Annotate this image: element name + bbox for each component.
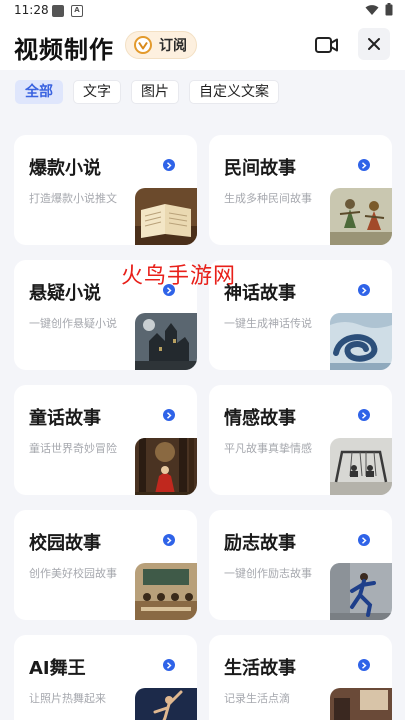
card-subtitle: 记录生活点滴 (224, 692, 290, 705)
card-subtitle: 让照片热舞起来 (29, 692, 106, 705)
status-time: 11:28 (14, 3, 49, 17)
dancer-image (135, 688, 197, 720)
sea-serpent-image (330, 313, 392, 370)
card-subtitle: 平凡故事真挚情感 (224, 442, 312, 455)
card-title: 校园故事 (29, 533, 101, 554)
card-folk-story[interactable]: 民间故事 生成多种民间故事 (209, 135, 392, 245)
card-subtitle: 童话世界奇妙冒险 (29, 442, 117, 455)
card-ai-dance[interactable]: AI舞王 让照片热舞起来 (14, 635, 197, 720)
card-title: 民间故事 (224, 158, 296, 179)
subscribe-label: 订阅 (159, 38, 187, 54)
card-inspirational-story[interactable]: 励志故事 一键创作励志故事 (209, 510, 392, 620)
arrow-right-icon (163, 159, 175, 171)
arrow-right-icon (163, 534, 175, 546)
card-title: 童话故事 (29, 408, 101, 429)
arrow-right-icon (358, 284, 370, 296)
subscribe-button[interactable]: 订阅 (125, 31, 197, 59)
haunted-house-image (135, 313, 197, 370)
arrow-right-icon (358, 409, 370, 421)
card-subtitle: 一键生成神话传说 (224, 317, 312, 330)
card-subtitle: 打造爆款小说推文 (29, 192, 117, 205)
card-emotional-story[interactable]: 情感故事 平凡故事真挚情感 (209, 385, 392, 495)
category-tabs: 全部 文字 图片 自定义文案 (15, 80, 279, 104)
card-fairy-tale[interactable]: 童话故事 童话世界奇妙冒险 (14, 385, 197, 495)
card-subtitle: 一键创作悬疑小说 (29, 317, 117, 330)
watermark-text: 火鸟手游网 (121, 264, 237, 289)
card-title: 悬疑小说 (29, 283, 101, 304)
app-header: 视频制作 订阅 (0, 22, 405, 70)
arrow-right-icon (358, 534, 370, 546)
close-button[interactable] (358, 28, 390, 60)
card-title: 励志故事 (224, 533, 296, 554)
card-life-story[interactable]: 生活故事 记录生活点滴 (209, 635, 392, 720)
vip-badge-icon (134, 36, 152, 54)
notification-icon (52, 5, 64, 17)
card-title: 情感故事 (224, 408, 296, 429)
close-icon (368, 38, 380, 50)
tab-custom-copy[interactable]: 自定义文案 (189, 80, 279, 104)
forest-girl-image (135, 438, 197, 495)
tab-all[interactable]: 全部 (15, 80, 63, 104)
arrow-right-icon (163, 659, 175, 671)
card-subtitle: 生成多种民间故事 (224, 192, 312, 205)
classroom-image (135, 563, 197, 620)
wifi-icon (365, 4, 379, 15)
card-title: 生活故事 (224, 658, 296, 679)
page-title: 视频制作 (14, 36, 114, 64)
arrow-right-icon (358, 159, 370, 171)
card-subtitle: 创作美好校园故事 (29, 567, 117, 580)
card-subtitle: 一键创作励志故事 (224, 567, 312, 580)
app-notification-icon: A (71, 5, 83, 17)
swing-couple-image (330, 438, 392, 495)
folk-dancers-image (330, 188, 392, 245)
status-bar: 11:28 A (0, 0, 405, 22)
tab-image[interactable]: 图片 (131, 80, 179, 104)
video-camera-button[interactable] (311, 30, 343, 60)
card-title: AI舞王 (29, 658, 86, 679)
tab-text[interactable]: 文字 (73, 80, 121, 104)
arrow-right-icon (163, 409, 175, 421)
card-title: 爆款小说 (29, 158, 101, 179)
card-campus-story[interactable]: 校园故事 创作美好校园故事 (14, 510, 197, 620)
arrow-right-icon (358, 659, 370, 671)
card-myth-story[interactable]: 神话故事 一键生成神话传说 (209, 260, 392, 370)
room-image (330, 688, 392, 720)
battery-icon (385, 3, 393, 16)
runner-image (330, 563, 392, 620)
open-book-image (135, 188, 197, 245)
video-camera-icon (315, 37, 338, 53)
card-viral-novel[interactable]: 爆款小说 打造爆款小说推文 (14, 135, 197, 245)
